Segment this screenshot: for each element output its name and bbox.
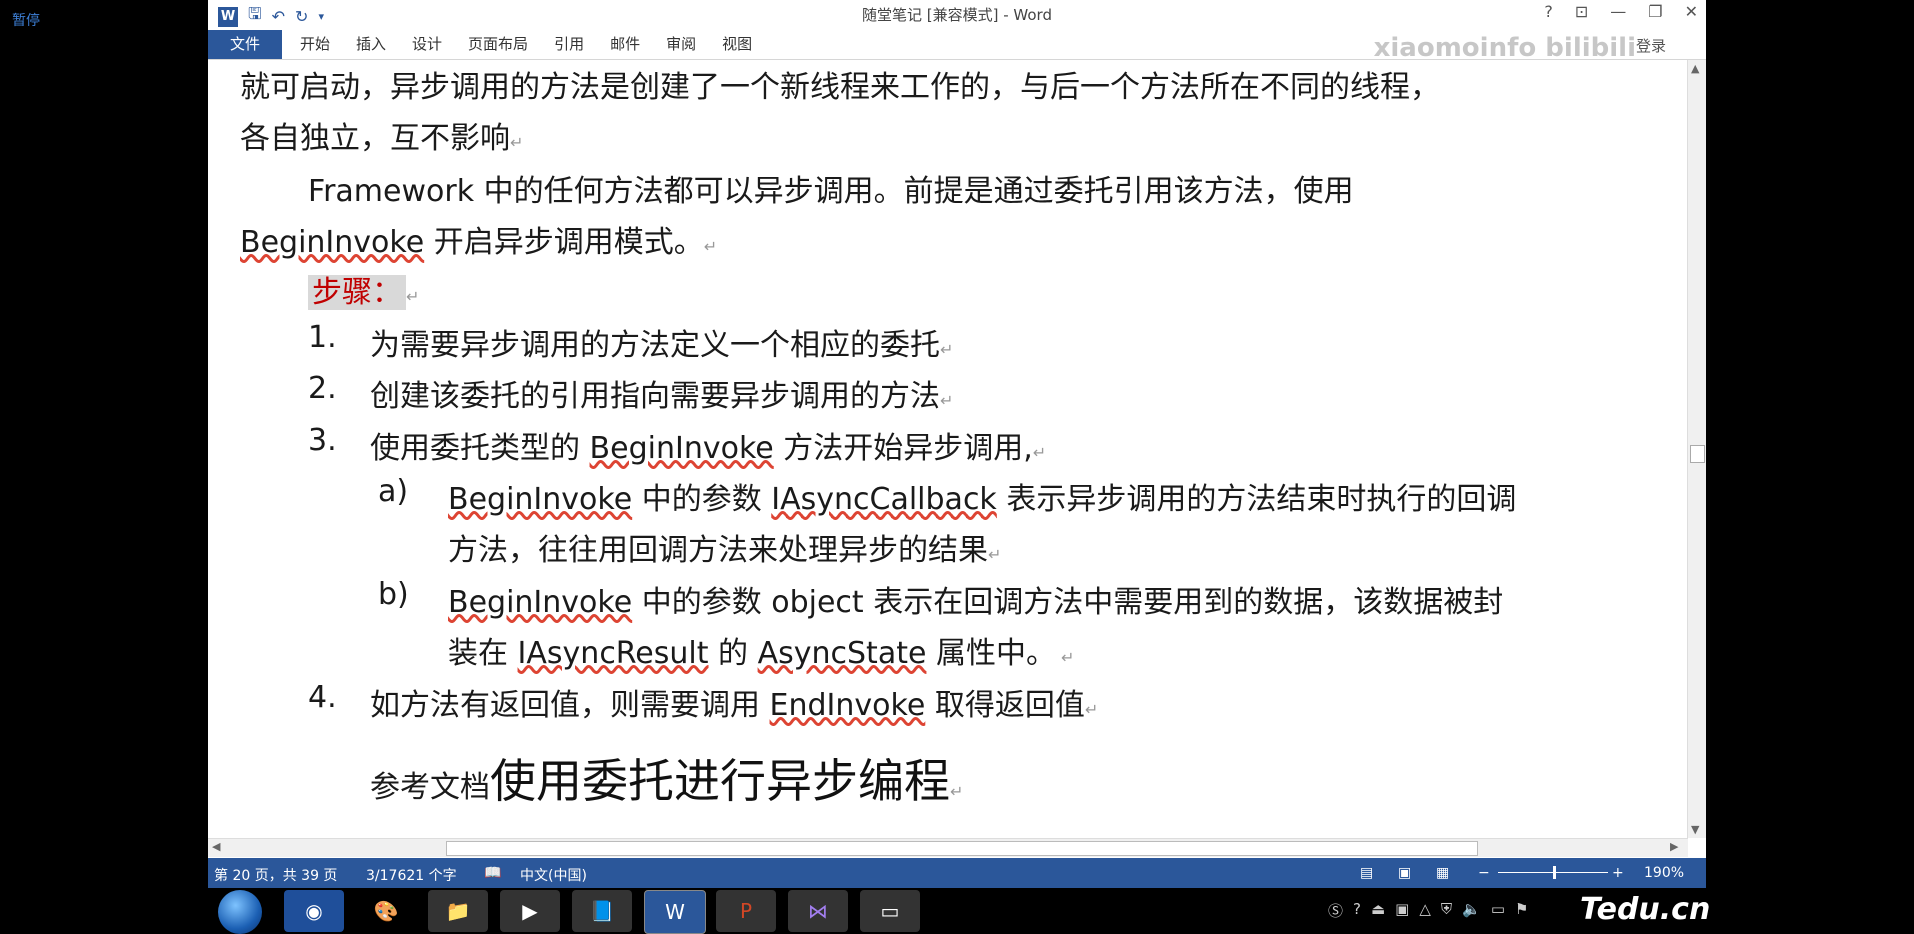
scroll-right-icon[interactable]: ▶ bbox=[1670, 840, 1678, 853]
read-mode-icon[interactable]: ▤ bbox=[1360, 865, 1373, 881]
zoom-in-icon[interactable]: + bbox=[1612, 865, 1624, 881]
tab-mailings[interactable]: 邮件 bbox=[610, 30, 640, 59]
help-button[interactable]: ? bbox=[1544, 2, 1553, 21]
word-app-icon[interactable]: W bbox=[644, 890, 706, 934]
sub-a-line-2: 方法，往往用回调方法来处理异步的结果↵ bbox=[448, 533, 1002, 568]
window-controls: ? ⊡ — ❐ ✕ bbox=[1544, 2, 1698, 21]
tab-view[interactable]: 视图 bbox=[722, 30, 752, 59]
proofing-icon[interactable]: 📖 bbox=[484, 865, 501, 881]
window-title: 随堂笔记 [兼容模式] - Word bbox=[862, 6, 1052, 24]
pause-label[interactable]: 暂停 bbox=[12, 10, 40, 30]
help-tray-icon[interactable]: ? bbox=[1353, 900, 1361, 921]
sub-a-number: a) bbox=[378, 474, 409, 509]
status-bar: 第 20 页，共 39 页 3/17621 个字 📖 中文(中国) ▤ ▣ ▦ … bbox=[208, 858, 1706, 888]
security-tray-icon[interactable]: ⛨ bbox=[1441, 900, 1452, 921]
sub-a-text: BeginInvoke 中的参数 IAsyncCallback 表示异步调用的方… bbox=[448, 482, 1517, 517]
scroll-up-icon[interactable]: ▲ bbox=[1691, 62, 1699, 75]
taskbar: ◉ 🎨 📁 ▶ 📘 W P ⋈ ▭ Ⓢ ? ⏏ ▣ △ ⛨ 🔈 ▭ ⚑ Tedu… bbox=[0, 888, 1914, 934]
sogou-tray-icon[interactable]: Ⓢ bbox=[1328, 900, 1343, 921]
step-4-number: 4. bbox=[308, 680, 337, 715]
horizontal-scroll-thumb[interactable] bbox=[446, 841, 1478, 856]
tedu-logo: Tedu.cn bbox=[1580, 892, 1711, 927]
step-3-text: 使用委托类型的 BeginInvoke 方法开始异步调用,↵ bbox=[370, 431, 1047, 466]
window-app-icon[interactable]: ▭ bbox=[860, 890, 920, 932]
steps-heading: 步骤： ↵ bbox=[308, 267, 419, 311]
web-layout-icon[interactable]: ▦ bbox=[1436, 865, 1449, 881]
sub-b-number: b) bbox=[378, 577, 409, 612]
visual-studio-app-icon[interactable]: ⋈ bbox=[788, 890, 848, 932]
login-link[interactable]: 登录 bbox=[1636, 35, 1666, 56]
close-button[interactable]: ✕ bbox=[1685, 2, 1698, 21]
step-1-text: 为需要异步调用的方法定义一个相应的委托↵ bbox=[370, 328, 954, 363]
scroll-down-icon[interactable]: ▼ bbox=[1691, 823, 1699, 836]
step-2-number: 2. bbox=[308, 371, 337, 406]
scroll-left-icon[interactable]: ◀ bbox=[212, 840, 220, 853]
sub-b-text: BeginInvoke 中的参数 object 表示在回调方法中需要用到的数据，… bbox=[448, 585, 1504, 620]
tab-insert[interactable]: 插入 bbox=[356, 30, 386, 59]
word-count[interactable]: 3/17621 个字 bbox=[366, 865, 457, 885]
horizontal-scrollbar[interactable]: ◀ ▶ bbox=[208, 838, 1688, 857]
doc-para-begininvoke: BeginInvoke 开启异步调用模式。↵ bbox=[240, 225, 718, 260]
sub-b-line-2: 装在 IAsyncResult 的 AsyncState 属性中。 ↵ bbox=[448, 636, 1075, 671]
page-count[interactable]: 第 20 页，共 39 页 bbox=[214, 865, 337, 885]
print-layout-icon[interactable]: ▣ bbox=[1398, 865, 1411, 881]
doc-line-2: 各自独立，互不影响↵ bbox=[240, 121, 524, 156]
reference-line: 参考文档使用委托进行异步编程↵ bbox=[370, 754, 964, 808]
minimize-button[interactable]: — bbox=[1610, 2, 1626, 21]
powerpoint-app-icon[interactable]: P bbox=[716, 890, 776, 932]
usb-tray-icon[interactable]: ⏏ bbox=[1371, 900, 1385, 921]
doc-para-framework: Framework 中的任何方法都可以异步调用。前提是通过委托引用该方法，使用 bbox=[308, 174, 1354, 209]
tab-review[interactable]: 审阅 bbox=[666, 30, 696, 59]
qq-app-icon[interactable]: ◉ bbox=[284, 890, 344, 932]
live-app-icon[interactable]: ▶ bbox=[500, 890, 560, 932]
step-3-number: 3. bbox=[308, 423, 337, 458]
vertical-scroll-thumb[interactable] bbox=[1690, 445, 1705, 463]
display-tray-icon[interactable]: ▭ bbox=[1491, 900, 1505, 921]
volume-icon[interactable]: 🔈 bbox=[1462, 900, 1481, 921]
zoom-out-icon[interactable]: − bbox=[1478, 865, 1490, 881]
system-tray: Ⓢ ? ⏏ ▣ △ ⛨ 🔈 ▭ ⚑ bbox=[1328, 900, 1529, 921]
paint-app-icon[interactable]: 🎨 bbox=[356, 890, 416, 932]
start-button[interactable] bbox=[218, 890, 262, 934]
step-4-text: 如方法有返回值，则需要调用 EndInvoke 取得返回值↵ bbox=[370, 688, 1099, 723]
step-2-text: 创建该委托的引用指向需要异步调用的方法↵ bbox=[370, 379, 954, 414]
tab-file[interactable]: 文件 bbox=[208, 30, 282, 59]
restore-button[interactable]: ❐ bbox=[1648, 2, 1662, 21]
ribbon-display-button[interactable]: ⊡ bbox=[1575, 2, 1588, 21]
word-window: W 🖫 ↶ ↻ ▾ 随堂笔记 [兼容模式] - Word ? ⊡ — ❐ ✕ 文… bbox=[208, 0, 1706, 888]
reference-title[interactable]: 使用委托进行异步编程 bbox=[490, 754, 950, 808]
tab-layout[interactable]: 页面布局 bbox=[468, 30, 528, 59]
tab-design[interactable]: 设计 bbox=[412, 30, 442, 59]
step-1-number: 1. bbox=[308, 320, 337, 355]
flag-tray-icon[interactable]: △ bbox=[1419, 900, 1431, 921]
language-indicator[interactable]: 中文(中国) bbox=[520, 865, 587, 885]
tab-home[interactable]: 开始 bbox=[300, 30, 330, 59]
video-watermark: xiaomoinfo bilibili bbox=[1373, 33, 1636, 63]
zoom-level[interactable]: 190% bbox=[1644, 865, 1684, 881]
explorer-app-icon[interactable]: 📁 bbox=[428, 890, 488, 932]
vertical-scrollbar[interactable]: ▲ ▼ bbox=[1687, 60, 1706, 838]
tab-references[interactable]: 引用 bbox=[554, 30, 584, 59]
notebook-app-icon[interactable]: 📘 bbox=[572, 890, 632, 932]
title-bar: W 🖫 ↶ ↻ ▾ 随堂笔记 [兼容模式] - Word ? ⊡ — ❐ ✕ bbox=[208, 0, 1706, 28]
document-page[interactable]: 就可启动，异步调用的方法是创建了一个新线程来工作的，与后一个方法所在不同的线程，… bbox=[208, 60, 1688, 838]
action-center-icon[interactable]: ⚑ bbox=[1515, 900, 1528, 921]
zoom-slider-thumb[interactable] bbox=[1553, 866, 1556, 879]
doc-line-1: 就可启动，异步调用的方法是创建了一个新线程来工作的，与后一个方法所在不同的线程， bbox=[240, 70, 1440, 105]
network-tray-icon[interactable]: ▣ bbox=[1395, 900, 1409, 921]
